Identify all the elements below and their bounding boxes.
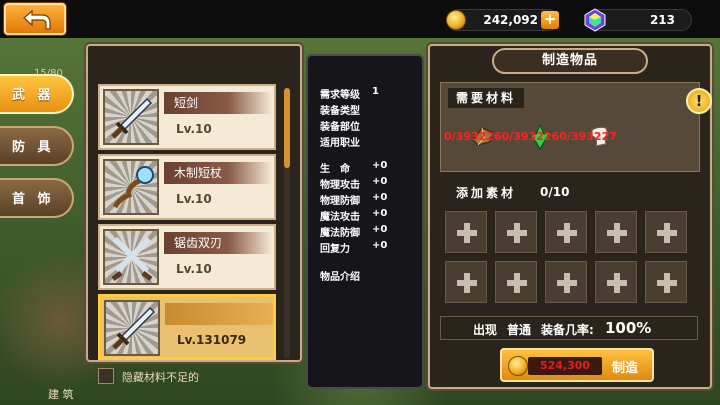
required-level-label: 需求等级 <box>320 90 360 101</box>
material-slot[interactable] <box>544 260 588 304</box>
material-slot[interactable] <box>594 260 638 304</box>
material-slot-grid <box>444 210 694 306</box>
stat-regen-value: +0 <box>372 240 388 251</box>
item-name <box>165 303 273 325</box>
twin-blades-icon <box>103 229 159 285</box>
item-level: Lv.131079 <box>177 333 247 347</box>
tab-accessories[interactable]: 首 饰 <box>0 178 74 218</box>
equip-slot-label: 装备部位 <box>320 122 360 133</box>
material-slot[interactable] <box>494 210 538 254</box>
scrollbar-thumb[interactable] <box>284 88 290 168</box>
craft-button[interactable]: 524,300 制造 <box>500 348 654 382</box>
stat-matk-label: 魔法攻击 <box>320 212 360 223</box>
list-item[interactable]: 木制短杖 Lv.10 <box>98 154 276 220</box>
stat-regen-label: 回复力 <box>320 244 350 255</box>
rate-value: 100% <box>605 319 652 337</box>
required-level-value: 1 <box>372 86 379 97</box>
stat-patk-label: 物理攻击 <box>320 180 360 191</box>
stat-mdef-value: +0 <box>372 224 388 235</box>
checkbox[interactable] <box>98 368 114 384</box>
material-slot[interactable] <box>444 210 488 254</box>
top-bar: 242,092 + 213 <box>0 0 720 38</box>
gold-coin-icon <box>508 356 528 376</box>
wooden-staff-icon <box>103 159 159 215</box>
materials-counts: 0/3932260/3932260/393227 <box>444 130 617 143</box>
list-item[interactable]: 短剑 Lv.10 <box>98 84 276 150</box>
add-gold-button[interactable]: + <box>541 11 559 29</box>
gold-coin-icon <box>446 10 466 30</box>
stat-pdef-label: 物理防御 <box>320 196 360 207</box>
rate-quality: 普通 <box>507 323 532 337</box>
rate-label: 装备几率: <box>541 323 594 337</box>
gem-amount: 213 <box>649 13 675 27</box>
back-arrow-icon <box>23 9 51 30</box>
material-slot[interactable] <box>544 210 588 254</box>
item-name: 短剑 <box>164 92 272 114</box>
gem-icon <box>584 8 606 32</box>
item-name: 木制短杖 <box>164 162 272 184</box>
list-item-selected[interactable]: Lv.131079 <box>98 294 276 360</box>
item-name: 锯齿双刃 <box>164 232 272 254</box>
short-sword-icon <box>103 89 159 145</box>
craft-cost: 524,300 <box>528 357 602 375</box>
craft-panel: 制造物品 需要材料 0/3932260/3932260/393227 添加素材 … <box>428 44 712 389</box>
stat-hp-label: 生 命 <box>320 164 350 175</box>
stat-patk-value: +0 <box>372 176 388 187</box>
background-building-label: 建 筑 <box>48 388 74 401</box>
tab-armor[interactable]: 防 具 <box>0 126 74 166</box>
item-level: Lv.10 <box>176 192 212 206</box>
gold-counter: 242,092 + <box>446 9 559 31</box>
stat-pdef-value: +0 <box>372 192 388 203</box>
checkbox-label: 隐藏材料不足的 <box>122 371 199 384</box>
item-level: Lv.10 <box>176 122 212 136</box>
material-slot[interactable] <box>644 260 688 304</box>
info-alert-icon[interactable]: ! <box>686 88 712 114</box>
material-slot[interactable] <box>594 210 638 254</box>
item-intro-label: 物品介绍 <box>320 272 360 283</box>
job-label: 适用职业 <box>320 138 360 149</box>
success-rate-bar: 出现 普通 装备几率: 100% <box>440 316 698 340</box>
item-level: Lv.10 <box>176 262 212 276</box>
rate-text: 出现 <box>473 323 498 337</box>
long-sword-icon <box>104 300 160 356</box>
item-details-panel: 需求等级 1 装备类型 装备部位 适用职业 生 命 +0 物理攻击 +0 物理防… <box>306 54 424 389</box>
craft-label: 制造 <box>612 361 639 376</box>
list-item[interactable]: 锯齿双刃 Lv.10 <box>98 224 276 290</box>
material-slot[interactable] <box>494 260 538 304</box>
equip-type-label: 装备类型 <box>320 106 360 117</box>
back-button[interactable] <box>4 3 66 35</box>
tab-weapons[interactable]: 武 器 <box>0 74 74 114</box>
item-list-panel: 短剑 Lv.10 木制短杖 Lv.10 锯齿双刃 Lv.10 Lv.131079 <box>86 44 302 362</box>
craft-panel-title: 制造物品 <box>492 48 648 74</box>
stat-mdef-label: 魔法防御 <box>320 228 360 239</box>
add-material-count: 0/10 <box>540 185 570 199</box>
materials-label: 需要材料 <box>448 88 525 108</box>
stat-hp-value: +0 <box>372 160 388 171</box>
stat-matk-value: +0 <box>372 208 388 219</box>
gold-amount: 242,092 <box>483 13 538 27</box>
material-slot[interactable] <box>644 210 688 254</box>
add-material-label: 添加素材 <box>448 183 525 203</box>
gem-counter: 213 <box>584 8 692 32</box>
material-slot[interactable] <box>444 260 488 304</box>
